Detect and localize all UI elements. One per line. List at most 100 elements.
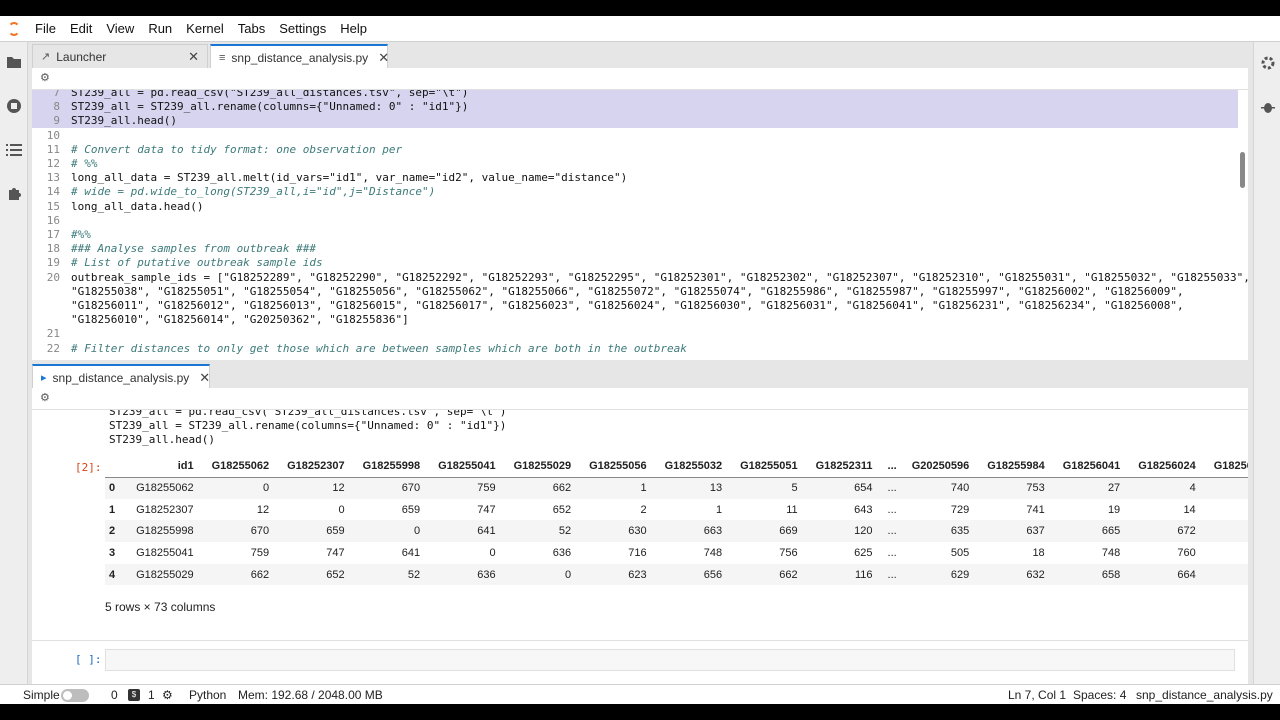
menu-view[interactable]: View (99, 16, 141, 42)
code-line: 16 (32, 214, 1238, 228)
code-text: ST239_all = pd.read_csv("ST239_all_dista… (71, 90, 469, 99)
table-cell: 120 (806, 520, 882, 543)
table-cell: 12 (256, 503, 270, 516)
editor-toolbar: ⚙ (32, 68, 1248, 90)
terminal-count[interactable]: 0 (111, 688, 118, 702)
line-number: 15 (46, 199, 60, 213)
close-icon[interactable]: ✕ (178, 49, 199, 65)
table-cell: 756 (779, 546, 798, 559)
code-line: 21 (32, 327, 1238, 341)
toc-icon[interactable] (4, 140, 24, 160)
table-cell: 1 (580, 477, 656, 499)
code-line: 11 # Convert data to tidy format: one obs… (32, 143, 1238, 157)
table-cell: 116 (806, 563, 882, 586)
menu-help[interactable]: Help (333, 16, 374, 42)
table-cell: 52 (504, 520, 581, 543)
table-cell: 668 (1204, 520, 1248, 543)
kernel-name[interactable]: Python (189, 688, 226, 702)
table-cell: 18 (1032, 546, 1045, 559)
table-row: 4 G18255029 662 652 52 636 0 623 656 662 116... 629… (105, 563, 1248, 586)
line-number: 9 (53, 114, 60, 128)
console-output: ST239_all = pd.read_csv("ST239_all_dista… (32, 410, 1248, 640)
menu-settings[interactable]: Settings (272, 16, 333, 42)
main-dock: ↗ Launcher ✕ ≡ snp_distance_analysis.py … (32, 42, 1248, 684)
kernel-status-icon: ⚙ (162, 688, 173, 702)
table-cell: 759 (250, 546, 270, 559)
row-index: 2 (105, 520, 128, 543)
table-header-cell: G18255051 (731, 455, 807, 478)
code-line: 8 ST239_all = ST239_all.rename(columns={"… (32, 100, 1238, 115)
table-cell: 637 (978, 520, 1054, 543)
table-cell: 662 (202, 563, 279, 586)
code-text: "G18256010", "G18256014", "G20250362", "… (71, 313, 409, 327)
settings-gear-icon[interactable]: ⚙ (40, 391, 50, 404)
debugger-icon[interactable] (1259, 98, 1277, 116)
table-cell: 760 (1177, 546, 1196, 559)
table-cell: 664 (1129, 563, 1205, 586)
table-cell: 753 (978, 477, 1054, 499)
code-editor[interactable]: 7 ST239_all = pd.read_csv("ST239_all_dist… (32, 90, 1248, 360)
previous-code-line: ST239_all.head() (109, 433, 215, 446)
table-cell: 729 (950, 503, 970, 516)
property-inspector-icon[interactable] (1259, 54, 1277, 72)
code-text: #%% (71, 228, 91, 241)
running-icon[interactable] (4, 96, 24, 116)
menu-kernel[interactable]: Kernel (179, 16, 231, 42)
table-cell: 659 (278, 520, 354, 543)
kernel-count[interactable]: 1 (148, 688, 155, 702)
console-tabbar: ▸ snp_distance_analysis.py ✕ (32, 362, 1248, 389)
code-line: 20 outbreak_sample_ids = ["G18252289", "G… (32, 270, 1248, 285)
table-cell: 747 (326, 546, 345, 559)
simple-mode-toggle[interactable] (61, 689, 89, 702)
menu-run[interactable]: Run (141, 16, 179, 42)
extension-icon[interactable] (4, 184, 24, 204)
tab-launcher-label: Launcher (56, 49, 107, 64)
table-cell: 0 (338, 503, 345, 516)
console-input-field[interactable] (105, 649, 1235, 671)
indent-setting[interactable]: Spaces: 4 (1073, 688, 1126, 702)
tab-launcher[interactable]: ↗ Launcher ✕ (32, 44, 208, 68)
table-cell: ... (881, 477, 903, 499)
close-icon[interactable]: ✕ (368, 50, 389, 66)
close-icon[interactable]: ✕ (189, 370, 210, 386)
table-cell: 748 (703, 546, 723, 559)
folder-icon[interactable] (4, 52, 24, 72)
code-text: outbreak_sample_ids = ["G18252289", "G18… (71, 270, 1248, 284)
previous-code-line: ST239_all = ST239_all.rename(columns={"U… (109, 419, 507, 432)
menu-edit[interactable]: Edit (63, 16, 99, 42)
code-text: long_all_data = ST239_all.melt(id_vars="… (71, 171, 628, 185)
table-header-cell (105, 455, 128, 478)
table-cell: 665 (1053, 520, 1130, 543)
terminal-icon: $ (128, 689, 140, 701)
code-text: # %% (71, 157, 98, 170)
code-line: 9 ST239_all.head() (32, 114, 1238, 129)
table-cell: ... (881, 563, 903, 586)
row-index: 3 (109, 546, 116, 559)
code-line: 10 (32, 129, 1238, 143)
table-header-cell: id1 (127, 455, 203, 478)
table-header-cell: G18252311 (806, 455, 882, 478)
table-header-cell: G18256024 (1129, 455, 1205, 478)
code-text: ### Analyse samples from outbreak ### (71, 242, 317, 256)
table-cell: 741 (1026, 503, 1045, 516)
line-number: 11 (46, 142, 60, 156)
table-cell: 643 (854, 503, 873, 516)
table-cell: 670 (202, 520, 279, 543)
settings-gear-icon[interactable]: ⚙ (40, 71, 50, 84)
table-row: 3 G18255041 759 747 641 0 636 716 748 756 625... 50… (105, 542, 1248, 564)
code-text: long_all_data.head() (71, 199, 204, 213)
cursor-position[interactable]: Ln 7, Col 1 (1008, 688, 1066, 702)
jupyter-logo-icon (0, 16, 28, 42)
table-cell: 759 (429, 477, 505, 499)
launcher-icon: ↗ (41, 51, 51, 63)
tab-console[interactable]: ▸ snp_distance_analysis.py ✕ (32, 364, 210, 389)
line-number: 20 (46, 270, 60, 284)
editor-scrollbar[interactable] (1240, 152, 1245, 188)
line-number: 22 (46, 341, 60, 355)
current-filename: snp_distance_analysis.py (1136, 688, 1273, 702)
menu-file[interactable]: File (28, 16, 63, 42)
tab-snp-editor[interactable]: ≡ snp_distance_analysis.py ✕ (210, 44, 389, 69)
code-line: "G18256011", "G18256012", "G18256013", "… (32, 299, 1238, 313)
table-cell: G18255041 (136, 546, 194, 559)
menu-tabs[interactable]: Tabs (231, 16, 272, 42)
